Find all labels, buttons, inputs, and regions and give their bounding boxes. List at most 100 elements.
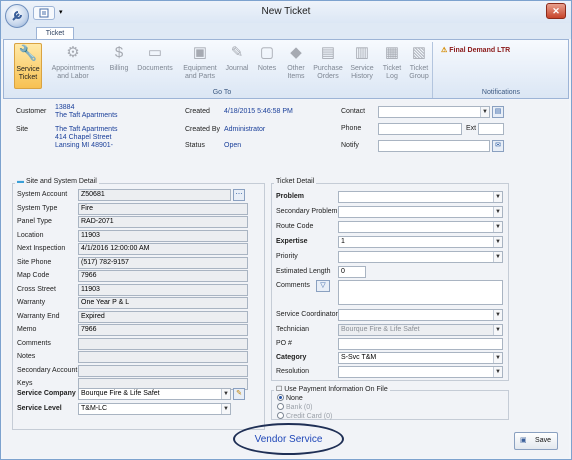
expertise-label: Expertise [276,238,308,245]
dollar-icon: $ [114,44,124,61]
ribbon-group-goto-label: Go To [212,89,232,96]
use-payment-checkbox[interactable]: ☐ Use Payment Information On File [274,385,390,393]
created-value: 4/18/2015 5:46:58 PM [224,108,293,115]
use-payment-label: Use Payment Information On File [284,386,388,393]
route-code-select[interactable]: ▼ [338,221,503,233]
ribbon-appointments-button[interactable]: ⚙ Appointments and Labor [50,43,96,89]
chevron-down-icon[interactable]: ▼ [493,222,502,232]
site-label: Site [16,126,29,133]
payment-bank-radio[interactable]: Bank (0) [277,403,312,411]
chevron-down-icon[interactable]: ▼ [221,404,230,414]
contact-select[interactable]: ▼ [378,106,490,118]
customer-name-link[interactable]: The Taft Apartments [55,112,118,119]
secondary-problem-label: Secondary Problem [276,208,338,215]
quick-access-dropdown-icon[interactable]: ▾ [59,8,63,16]
site-name-link[interactable]: The Taft Apartments [55,126,118,133]
journal-icon: ✎ [230,44,244,61]
ribbon-equipment-button[interactable]: ▣ Equipment and Parts [180,43,220,89]
site-detail-value: RAD-2071 [78,216,248,228]
chevron-down-icon[interactable]: ▼ [493,325,502,335]
site-system-detail-title: ▬ Site and System Detail [15,178,99,185]
chevron-down-icon[interactable]: ▼ [493,252,502,262]
secondary-problem-select[interactable]: ▼ [338,206,503,218]
po-label: PO # [276,340,292,347]
site-detail-label: Keys [17,380,33,387]
checkbox-icon: ☐ [276,386,283,393]
quick-access-button[interactable] [33,6,55,20]
ribbon-service-ticket-button[interactable]: 🔧 Service Ticket [14,43,42,89]
site-detail-label: Memo [17,326,37,333]
service-company-select[interactable]: Bourque Fire & Life Safet ▼ [78,388,231,400]
site-detail-label: Warranty [17,299,46,306]
ribbon-ticket-group-button[interactable]: ▧ Ticket Group [406,43,432,89]
comments-textarea[interactable] [338,280,503,305]
close-button[interactable]: ✕ [546,3,566,19]
chevron-down-icon[interactable]: ▼ [480,107,489,117]
save-label: Save [535,437,551,444]
site-detail-value: 7966 [78,324,248,336]
chevron-down-icon[interactable]: ▼ [493,207,502,217]
gear-icon: ⚙ [66,44,80,61]
ribbon-service-history-button[interactable]: ▥ Service History [347,43,377,89]
service-coordinator-select[interactable]: ▼ [338,309,503,321]
chevron-down-icon[interactable]: ▼ [221,389,230,399]
expertise-select[interactable]: 1 ▼ [338,236,503,248]
po-input[interactable] [338,338,503,350]
estimated-length-input[interactable]: 0 [338,266,366,278]
phone-input[interactable] [378,123,462,135]
site-detail-value [78,338,248,350]
new-ticket-window: New Ticket ✕ ▾ Ticket 🔧 Service Ticket ⚙ A… [0,0,572,460]
final-demand-notification[interactable]: ⚠ Final Demand LTR [441,46,510,54]
problem-select[interactable]: ▼ [338,191,503,203]
history-icon: ▥ [354,44,370,61]
ribbon-purchase-orders-button[interactable]: ▤ Purchase Orders [311,43,345,89]
site-detail-label: System Account [17,191,68,198]
ribbon-documents-button[interactable]: ▭ Documents [135,43,175,89]
site-detail-label: Cross Street [17,286,56,293]
resolution-label: Resolution [276,368,310,375]
chevron-down-icon[interactable]: ▼ [493,310,502,320]
ribbon-notes-button[interactable]: ▢ Notes [255,43,279,89]
notify-label: Notify [341,142,359,149]
site-detail-label: Notes [17,353,36,360]
ext-input[interactable] [478,123,504,135]
service-company-edit-button[interactable]: ✎ [233,388,245,400]
chevron-down-icon[interactable]: ▼ [493,192,502,202]
lookup-icon: ⋯ [235,191,243,198]
save-button[interactable]: ▣ Save [514,432,558,450]
service-level-select[interactable]: T&M-LC ▼ [78,403,231,415]
ticket-detail-title: Ticket Detail [274,178,317,185]
ribbon-billing-button[interactable]: $ Billing [105,43,133,89]
ribbon-other-items-button[interactable]: ◆ Other Items [283,43,309,89]
comments-dropdown-button[interactable]: ▽ [316,280,330,292]
payment-credit-card-radio[interactable]: Credit Card (0) [277,412,332,420]
created-label: Created [185,108,210,115]
technician-select[interactable]: Bourque Fire & Life Safet ▼ [338,324,503,336]
contact-lookup-button[interactable]: ▤ [492,106,504,118]
ribbon-button-label: Journal [225,65,249,72]
ribbon-separator [432,42,433,98]
expertise-value: 1 [341,238,345,245]
ribbon-journal-button[interactable]: ✎ Journal [223,43,251,89]
notify-input[interactable] [378,140,490,152]
category-select[interactable]: S-Svc T&M ▼ [338,352,503,364]
chevron-down-icon[interactable]: ▼ [493,237,502,247]
equipment-icon: ▣ [192,44,208,61]
priority-select[interactable]: ▼ [338,251,503,263]
site-detail-icon: ▬ [17,178,24,185]
ribbon-ticket-log-button[interactable]: ▦ Ticket Log [380,43,404,89]
warning-icon: ⚠ [441,47,448,54]
payment-none-radio[interactable]: None [277,394,303,402]
site-detail-value: Z50681 [78,189,231,201]
notes-icon: ▢ [259,44,275,61]
ribbon-button-label: Other Items [287,65,305,80]
chevron-down-icon[interactable]: ▼ [493,367,502,377]
chevron-down-icon[interactable]: ▼ [493,353,502,363]
notify-email-button[interactable]: ✉ [492,140,504,152]
system-account-lookup-button[interactable]: ⋯ [233,189,245,201]
resolution-select[interactable]: ▼ [338,366,503,378]
app-menu-button[interactable] [5,4,29,28]
vendor-service-link[interactable]: Vendor Service [233,434,344,445]
customer-id-link[interactable]: 13884 [55,104,74,111]
site-address-line1: 414 Chapel Street [55,134,112,141]
